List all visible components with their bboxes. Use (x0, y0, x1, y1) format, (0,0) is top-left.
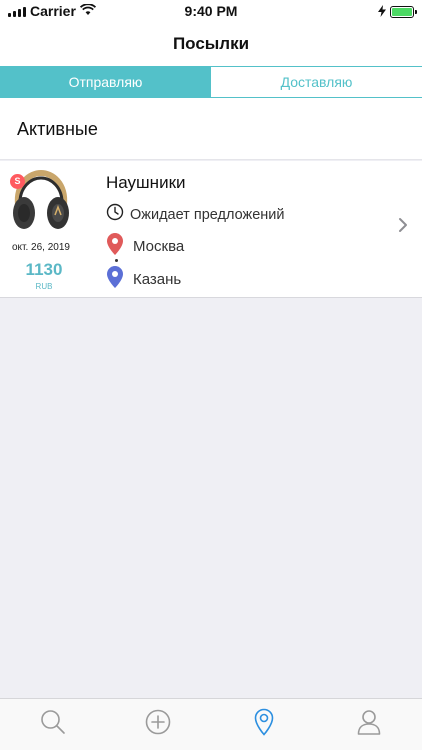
page-title: Посылки (172, 34, 250, 53)
parcel-status-text: Ожидает предложений (130, 206, 285, 223)
status-time: 9:40 PM (184, 3, 238, 19)
tab-profile[interactable] (317, 699, 422, 750)
status-bar: Carrier 9:40 PM (0, 0, 422, 22)
location-pin-icon (254, 708, 274, 741)
parcel-date: окт. 26, 2019 (11, 242, 70, 253)
section-header: Активные (0, 98, 422, 160)
tab-search[interactable] (0, 699, 106, 750)
parcel-status: Ожидает предложений (106, 203, 284, 226)
segment-sending[interactable]: Отправляю (0, 67, 211, 97)
route-from: Москва (107, 233, 184, 260)
battery-icon (390, 6, 417, 18)
size-badge: S (10, 174, 25, 189)
section-title: Активные (17, 119, 98, 139)
clock-icon (106, 203, 124, 226)
segmented-control: Отправляю Доставляю (0, 66, 422, 98)
navigation-bar: Посылки (0, 22, 422, 66)
charging-icon (378, 4, 386, 20)
segment-delivering[interactable]: Доставляю (211, 67, 422, 97)
tab-add[interactable] (106, 699, 212, 750)
parcel-currency: RUB (35, 282, 53, 291)
origin-pin-icon (107, 233, 123, 260)
tab-bar (0, 698, 422, 750)
chevron-right-icon[interactable] (398, 217, 408, 238)
route-to: Казань (107, 266, 181, 293)
profile-icon (357, 709, 381, 740)
parcel-card[interactable]: S окт. 26, 2019 1130 RUB Наушники Ожидае… (0, 161, 422, 298)
parcel-price: 1130 (25, 260, 63, 279)
destination-pin-icon (107, 266, 123, 293)
parcel-title: Наушники (106, 173, 186, 192)
status-right (378, 4, 417, 20)
search-icon (40, 709, 66, 740)
add-icon (145, 709, 171, 740)
destination-city: Казань (133, 271, 182, 288)
tab-parcels[interactable] (211, 699, 317, 750)
origin-city: Москва (133, 238, 185, 255)
route-connector (115, 259, 118, 262)
